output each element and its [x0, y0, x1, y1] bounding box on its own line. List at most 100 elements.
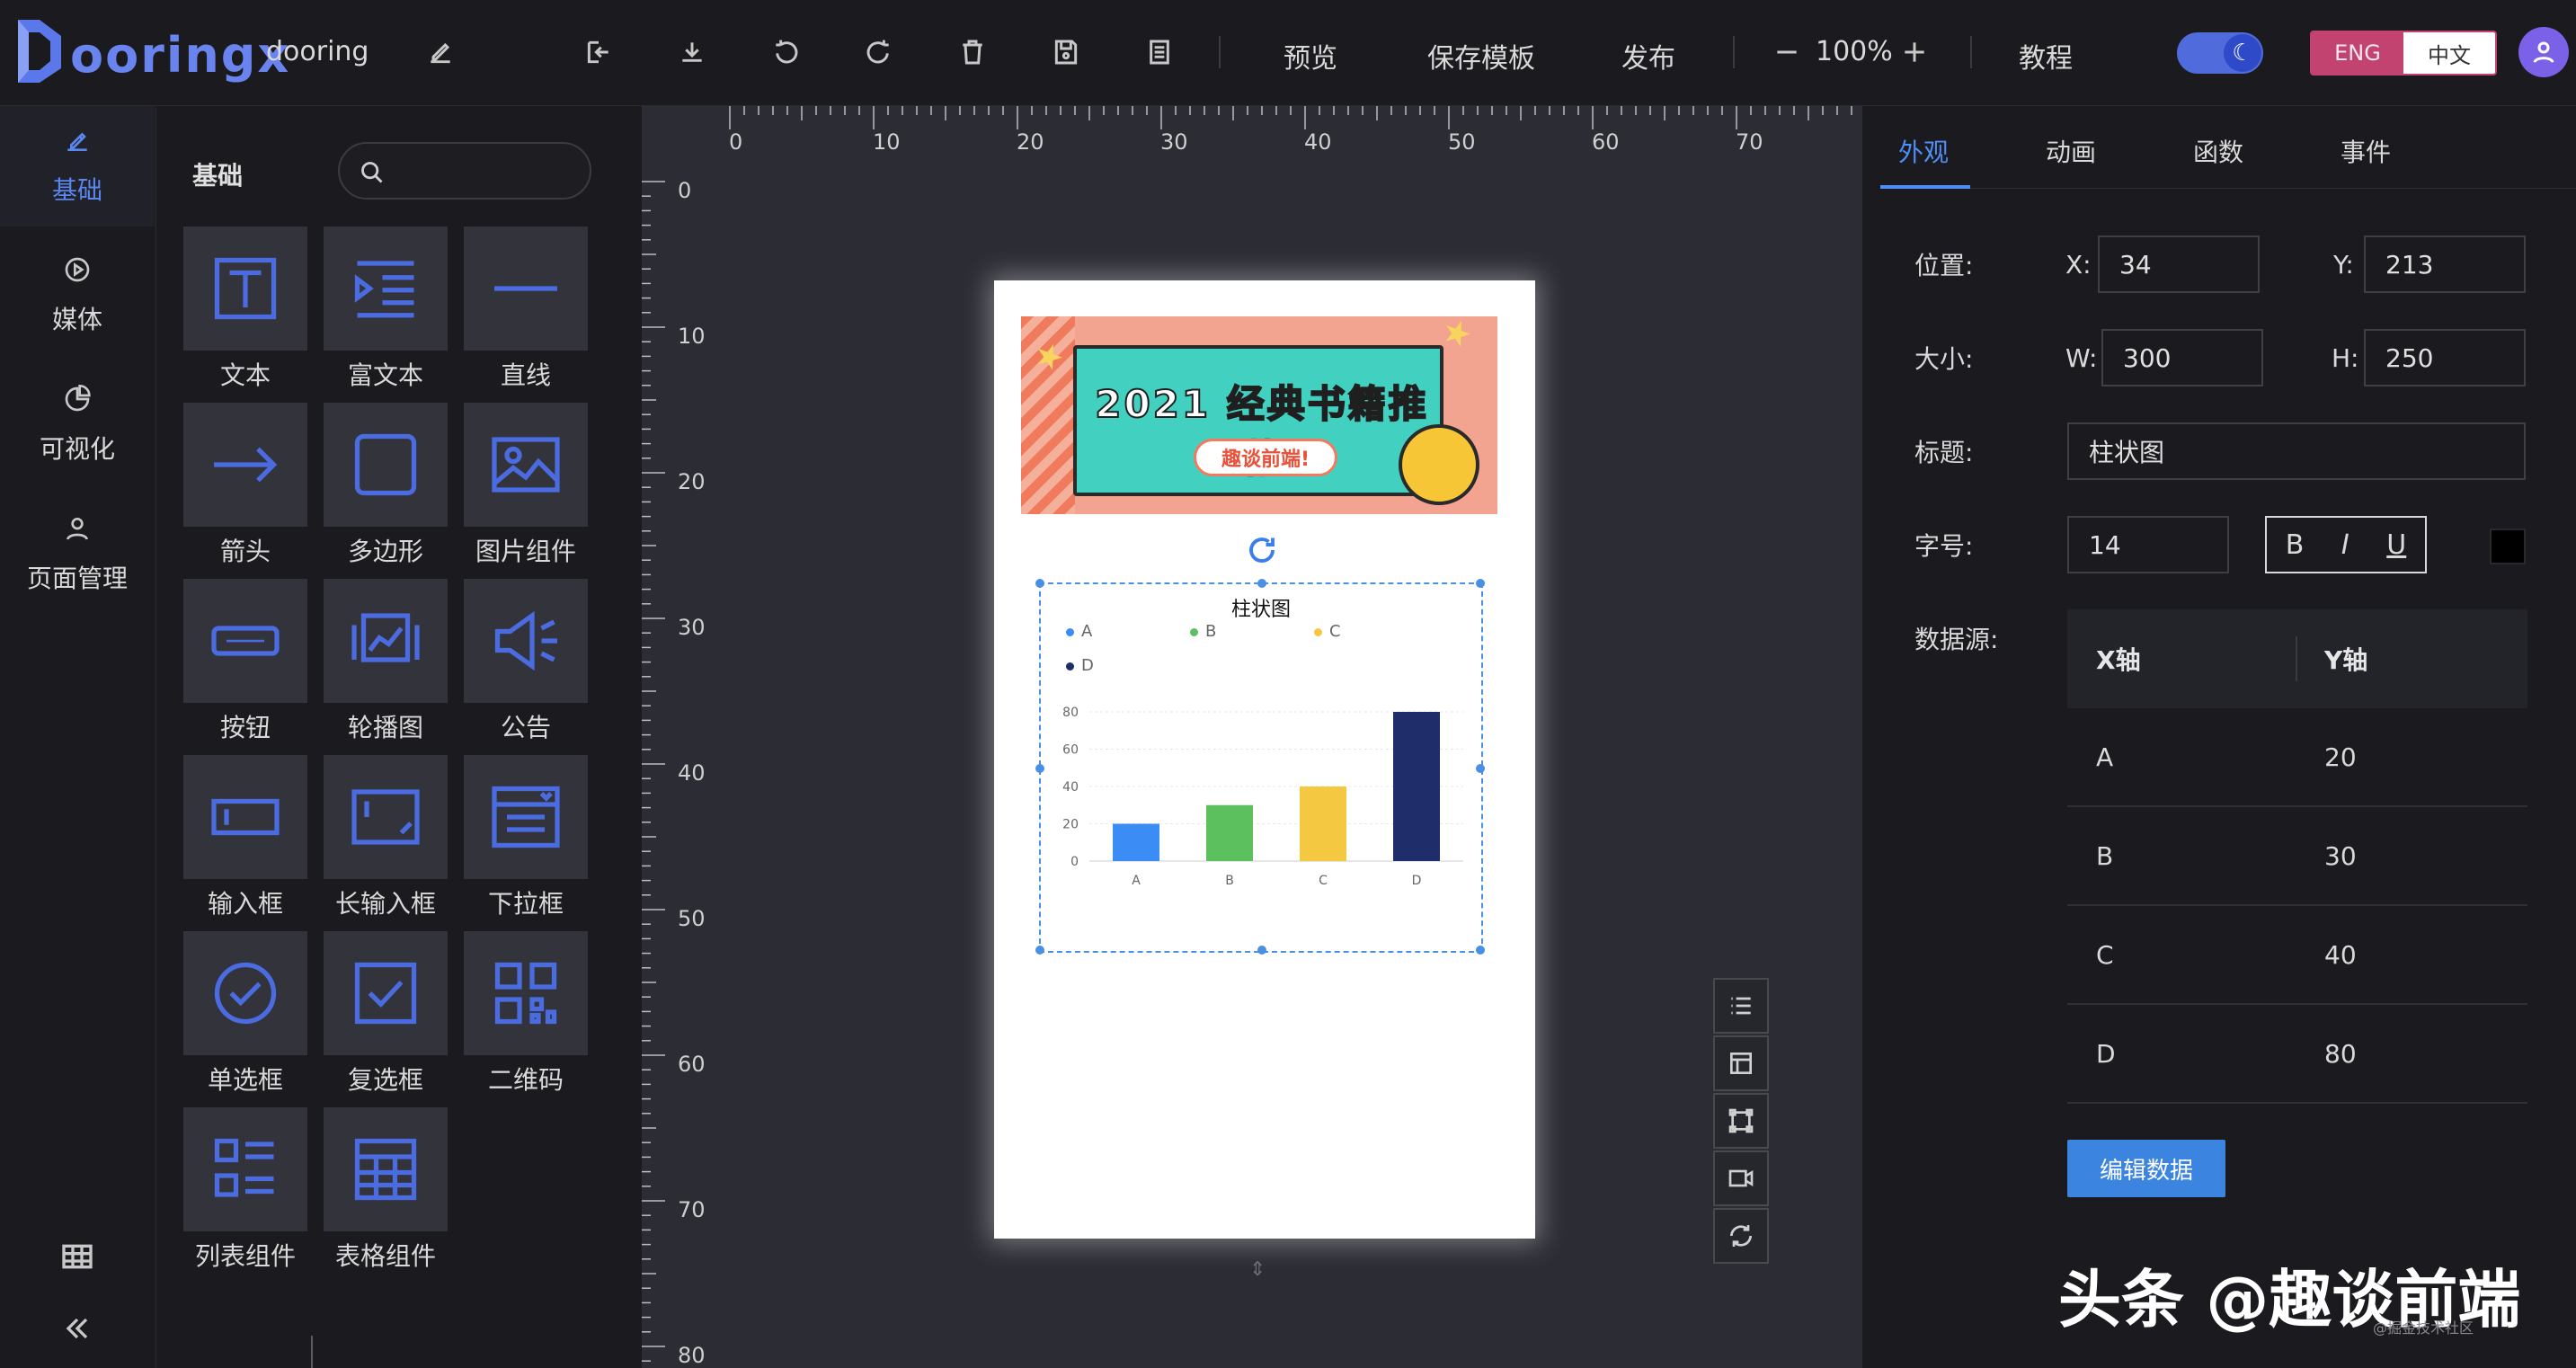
qrcode-icon — [494, 962, 557, 1025]
x-axis-header: X轴 — [2096, 645, 2141, 675]
lang-zh-option[interactable]: 中文 — [2403, 32, 2495, 74]
banner-image[interactable]: 2021 经典书籍推荐 趣谈前端! — [1021, 316, 1497, 514]
button-icon — [211, 626, 280, 656]
component-image[interactable]: 图片组件 — [464, 403, 588, 579]
ruler-left-label: 80 — [678, 1343, 706, 1368]
legend-item[interactable]: C — [1314, 622, 1341, 641]
component-qrcode[interactable]: 二维码 — [464, 931, 588, 1107]
component-list[interactable]: 列表组件 — [183, 1107, 307, 1284]
panel-resize-handle[interactable] — [311, 1336, 313, 1368]
text-color-picker[interactable] — [2490, 529, 2526, 564]
redo-icon[interactable] — [861, 34, 897, 70]
resize-handle[interactable] — [1035, 579, 1044, 588]
component-label: 富文本 — [347, 360, 423, 390]
download-icon[interactable] — [674, 34, 710, 70]
legend-item[interactable]: A — [1066, 622, 1092, 641]
component-search-input[interactable] — [338, 142, 591, 200]
dark-mode-toggle[interactable]: ☾ — [2177, 32, 2263, 74]
collapse-double-left-icon[interactable] — [59, 1310, 95, 1346]
component-notice[interactable]: 公告 — [464, 579, 588, 755]
nav-item-basic[interactable]: 基础 — [0, 106, 155, 227]
save-template-button[interactable]: 保存模板 — [1427, 36, 1535, 76]
mobile-page-canvas[interactable]: 2021 经典书籍推荐 趣谈前端! 柱状图 A B C D 0 20 40 60 80 A… — [994, 280, 1535, 1239]
nav-item-visual[interactable]: 可视化 — [0, 365, 155, 485]
code-file-icon[interactable] — [1141, 34, 1177, 70]
save-icon[interactable] — [1048, 34, 1084, 70]
resize-handle[interactable] — [1257, 579, 1266, 588]
component-radio[interactable]: 单选框 — [183, 931, 307, 1107]
polygon-icon — [354, 433, 417, 496]
y-label: Y: — [2333, 250, 2354, 280]
height-input[interactable]: 250 — [2364, 329, 2526, 386]
y-position-input[interactable]: 213 — [2364, 235, 2526, 293]
component-input[interactable]: 输入框 — [183, 755, 307, 931]
floating-toolbar — [1713, 978, 1769, 1267]
layer-list-icon[interactable] — [1713, 978, 1769, 1034]
resize-handle[interactable] — [1476, 579, 1485, 588]
component-line[interactable]: 直线 — [464, 227, 588, 403]
component-textarea[interactable]: 长输入框 — [324, 755, 448, 931]
legend-item[interactable]: B — [1190, 622, 1216, 641]
rotate-handle-icon[interactable] — [1246, 534, 1278, 566]
component-label: 单选框 — [207, 1065, 283, 1095]
tab-animation[interactable]: 动画 — [2046, 133, 2096, 169]
toolbar-divider — [1970, 36, 1972, 68]
edit-data-button[interactable]: 编辑数据 — [2067, 1140, 2225, 1197]
component-table[interactable]: 表格组件 — [324, 1107, 448, 1284]
layout-panel-icon[interactable] — [1713, 1035, 1769, 1091]
component-button[interactable]: 按钮 — [183, 579, 307, 755]
bold-button[interactable]: B — [2286, 529, 2305, 561]
selection-box-icon[interactable] — [1713, 1093, 1769, 1149]
x-cell: B — [2096, 841, 2114, 871]
resize-handle[interactable] — [1257, 946, 1266, 955]
italic-button[interactable]: I — [2341, 529, 2349, 561]
zoom-out-icon[interactable] — [1769, 34, 1805, 70]
component-arrow[interactable]: 箭头 — [183, 403, 307, 579]
bar-chart-component[interactable]: 柱状图 A B C D 0 20 40 60 80 A B C D — [1035, 579, 1485, 955]
legend-item[interactable]: D — [1066, 656, 1094, 675]
component-rich-text[interactable]: 富文本 — [324, 227, 448, 403]
video-icon[interactable] — [1713, 1150, 1769, 1206]
component-text[interactable]: 文本 — [183, 227, 307, 403]
layout-grid-icon[interactable] — [59, 1239, 95, 1275]
legend-label: C — [1329, 622, 1341, 641]
user-avatar[interactable] — [2518, 27, 2569, 77]
table-icon — [354, 1138, 417, 1201]
x-position-input[interactable]: 34 — [2098, 235, 2260, 293]
nav-item-label: 可视化 — [39, 434, 115, 464]
component-select[interactable]: 下拉框 — [464, 755, 588, 931]
delete-icon[interactable] — [955, 34, 990, 70]
resize-handle[interactable] — [1035, 946, 1044, 955]
edit-name-icon[interactable] — [422, 34, 458, 70]
nav-item-page-manage[interactable]: 页面管理 — [0, 494, 155, 615]
table-row: C 40 — [2067, 906, 2527, 1005]
underline-button[interactable]: U — [2386, 529, 2406, 561]
undo-icon[interactable] — [768, 34, 804, 70]
tab-appearance[interactable]: 外观 — [1898, 133, 1949, 169]
component-polygon[interactable]: 多边形 — [324, 403, 448, 579]
textarea-icon — [351, 789, 420, 845]
component-checkbox[interactable]: 复选框 — [324, 931, 448, 1107]
lang-en-option[interactable]: ENG — [2312, 32, 2403, 74]
nav-item-media[interactable]: 媒体 — [0, 235, 155, 356]
y-tick-label: 60 — [1062, 743, 1079, 758]
tab-event[interactable]: 事件 — [2341, 133, 2391, 169]
page-height-resize-icon[interactable]: ⇕ — [1249, 1258, 1266, 1281]
zoom-in-icon[interactable] — [1896, 34, 1932, 70]
refresh-icon[interactable] — [1713, 1208, 1769, 1264]
tab-function[interactable]: 函数 — [2193, 133, 2243, 169]
language-switch[interactable]: ENG 中文 — [2310, 31, 2497, 76]
preview-button[interactable]: 预览 — [1284, 36, 1337, 76]
font-size-input[interactable]: 14 — [2067, 516, 2229, 573]
resize-handle[interactable] — [1476, 946, 1485, 955]
publish-button[interactable]: 发布 — [1621, 36, 1675, 76]
data-table: X轴 Y轴 A 20 B 30 C 40 D 80 — [2067, 609, 2527, 1104]
width-input[interactable]: 300 — [2101, 329, 2263, 386]
bar-C — [1300, 786, 1346, 861]
component-carousel[interactable]: 轮播图 — [324, 579, 448, 755]
component-panel: 基础 文本 富文本 直线 箭头 多边形 图片组件 按钮 轮播图 公告 输入框 长… — [156, 106, 642, 1368]
tutorial-link[interactable]: 教程 — [2019, 36, 2073, 76]
banner-panel: 2021 经典书籍推荐 趣谈前端! — [1073, 345, 1443, 496]
chart-title-input[interactable]: 柱状图 — [2067, 422, 2526, 480]
import-icon[interactable] — [581, 34, 617, 70]
